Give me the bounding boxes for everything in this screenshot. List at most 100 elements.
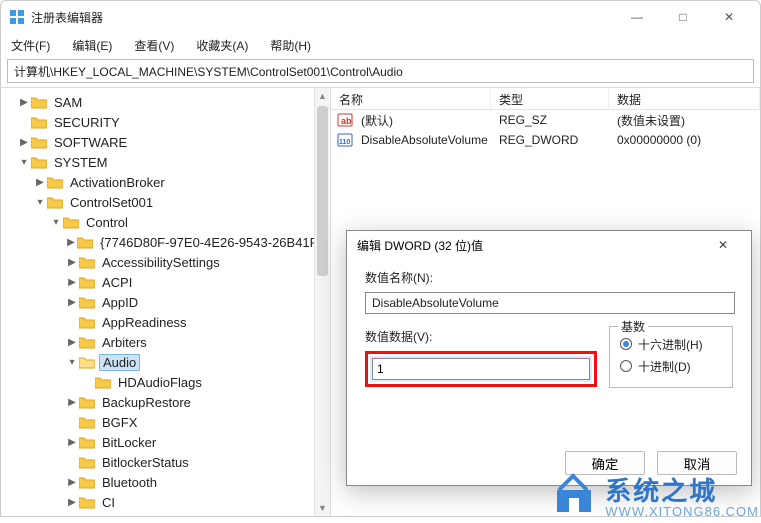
dialog-close-button[interactable]: ✕: [705, 233, 741, 257]
chevron-down-icon: ▾: [49, 217, 63, 228]
tree-item-controlset001[interactable]: ▾ControlSet001: [5, 192, 330, 212]
chevron-right-icon: ▶: [65, 297, 79, 308]
regedit-icon: [9, 9, 25, 25]
menu-edit[interactable]: 编辑(E): [68, 35, 116, 56]
radio-hex[interactable]: 十六进制(H): [620, 333, 722, 355]
chevron-right-icon: ▶: [65, 397, 79, 408]
folder-icon: [79, 435, 95, 449]
scroll-up-icon[interactable]: ▲: [315, 88, 330, 104]
radio-checked-icon: [620, 338, 632, 350]
titlebar[interactable]: 注册表编辑器 — □ ✕: [1, 1, 760, 33]
column-type[interactable]: 类型: [491, 88, 609, 109]
menu-help[interactable]: 帮助(H): [266, 35, 315, 56]
folder-icon: [31, 155, 47, 169]
dialog-titlebar[interactable]: 编辑 DWORD (32 位)值 ✕: [347, 231, 751, 259]
tree-item-sam[interactable]: ▶SAM: [5, 92, 330, 112]
tree-item-ci[interactable]: ▶CI: [5, 492, 330, 512]
address-text: 计算机\HKEY_LOCAL_MACHINE\SYSTEM\ControlSet…: [14, 63, 403, 80]
chevron-right-icon: ▶: [17, 97, 31, 108]
folder-icon: [79, 315, 95, 329]
window-controls: — □ ✕: [614, 3, 752, 31]
tree-item-bgfx[interactable]: BGFX: [5, 412, 330, 432]
value-row-default[interactable]: ab (默认) REG_SZ (数值未设置): [331, 110, 760, 130]
chevron-down-icon: ▾: [33, 197, 47, 208]
close-button[interactable]: ✕: [706, 3, 752, 31]
value-data-input[interactable]: [372, 358, 590, 380]
folder-open-icon: [79, 355, 95, 369]
radio-unchecked-icon: [620, 360, 632, 372]
folder-icon: [63, 215, 79, 229]
folder-icon: [79, 475, 95, 489]
value-name-label: 数值名称(N):: [365, 269, 733, 286]
tree-item-appid[interactable]: ▶AppID: [5, 292, 330, 312]
folder-icon: [79, 335, 95, 349]
tree-item-hdaudioflags[interactable]: HDAudioFlags: [5, 372, 330, 392]
tree-item-guid[interactable]: ▶{7746D80F-97E0-4E26-9543-26B41FC: [5, 232, 330, 252]
folder-icon: [95, 375, 111, 389]
tree-item-audio[interactable]: ▾Audio: [5, 352, 330, 372]
chevron-right-icon: ▶: [65, 277, 79, 288]
values-header[interactable]: 名称 类型 数据: [331, 88, 760, 110]
tree-item-software[interactable]: ▶SOFTWARE: [5, 132, 330, 152]
watermark-logo-icon: [551, 470, 597, 519]
base-fieldset: 基数 十六进制(H) 十进制(D): [609, 326, 733, 388]
tree-item-acpi[interactable]: ▶ACPI: [5, 272, 330, 292]
tree-item-activationbroker[interactable]: ▶ActivationBroker: [5, 172, 330, 192]
folder-icon: [79, 395, 95, 409]
menubar: 文件(F) 编辑(E) 查看(V) 收藏夹(A) 帮助(H): [1, 33, 760, 57]
chevron-right-icon: ▶: [65, 257, 79, 268]
tree-item-bitlocker[interactable]: ▶BitLocker: [5, 432, 330, 452]
minimize-button[interactable]: —: [614, 3, 660, 31]
window-title: 注册表编辑器: [31, 9, 103, 26]
scroll-track[interactable]: [315, 104, 330, 500]
scroll-down-icon[interactable]: ▼: [315, 500, 330, 516]
column-data[interactable]: 数据: [609, 88, 760, 109]
chevron-right-icon: ▶: [17, 137, 31, 148]
chevron-right-icon: ▶: [65, 337, 79, 348]
highlight-annotation: [365, 351, 597, 387]
value-name-field[interactable]: DisableAbsoluteVolume: [365, 292, 735, 314]
menu-favorites[interactable]: 收藏夹(A): [192, 35, 252, 56]
folder-icon: [31, 95, 47, 109]
svg-text:ab: ab: [341, 116, 352, 126]
chevron-right-icon: ▶: [65, 437, 79, 448]
key-tree[interactable]: ▶SAM SECURITY ▶SOFTWARE ▾SYSTEM ▶Activat…: [1, 88, 331, 516]
folder-icon: [31, 135, 47, 149]
folder-icon: [31, 115, 47, 129]
column-name[interactable]: 名称: [331, 88, 491, 109]
chevron-down-icon: ▾: [17, 157, 31, 168]
folder-icon: [79, 255, 95, 269]
svg-text:110: 110: [339, 139, 350, 146]
scroll-thumb[interactable]: [317, 106, 328, 276]
folder-icon: [47, 175, 63, 189]
value-data-label: 数值数据(V):: [365, 328, 597, 345]
folder-icon: [79, 295, 95, 309]
tree-item-security[interactable]: SECURITY: [5, 112, 330, 132]
watermark-text: 系统之城 WWW.XITONG86.COM: [605, 471, 759, 519]
chevron-down-icon: ▾: [65, 357, 79, 368]
value-row-disableabsolutevolume[interactable]: 110 DisableAbsoluteVolume REG_DWORD 0x00…: [331, 130, 760, 150]
dialog-title-text: 编辑 DWORD (32 位)值: [357, 237, 483, 254]
base-legend: 基数: [618, 318, 648, 335]
tree-item-system[interactable]: ▾SYSTEM: [5, 152, 330, 172]
tree-item-appreadiness[interactable]: AppReadiness: [5, 312, 330, 332]
menu-view[interactable]: 查看(V): [130, 35, 178, 56]
tree-item-bluetooth[interactable]: ▶Bluetooth: [5, 472, 330, 492]
tree-item-accessibility[interactable]: ▶AccessibilitySettings: [5, 252, 330, 272]
tree-item-backuprestore[interactable]: ▶BackupRestore: [5, 392, 330, 412]
tree-item-bitlockerstatus[interactable]: BitlockerStatus: [5, 452, 330, 472]
radio-dec[interactable]: 十进制(D): [620, 355, 722, 377]
folder-icon: [79, 415, 95, 429]
tree-scrollbar[interactable]: ▲ ▼: [314, 88, 330, 516]
address-bar[interactable]: 计算机\HKEY_LOCAL_MACHINE\SYSTEM\ControlSet…: [7, 59, 754, 83]
chevron-right-icon: ▶: [33, 177, 47, 188]
tree-item-control[interactable]: ▾Control: [5, 212, 330, 232]
binary-value-icon: 110: [337, 132, 353, 148]
maximize-button[interactable]: □: [660, 3, 706, 31]
tree-item-arbiters[interactable]: ▶Arbiters: [5, 332, 330, 352]
folder-icon: [79, 455, 95, 469]
folder-icon: [79, 275, 95, 289]
menu-file[interactable]: 文件(F): [7, 35, 54, 56]
folder-icon: [79, 495, 95, 509]
chevron-right-icon: ▶: [65, 477, 79, 488]
